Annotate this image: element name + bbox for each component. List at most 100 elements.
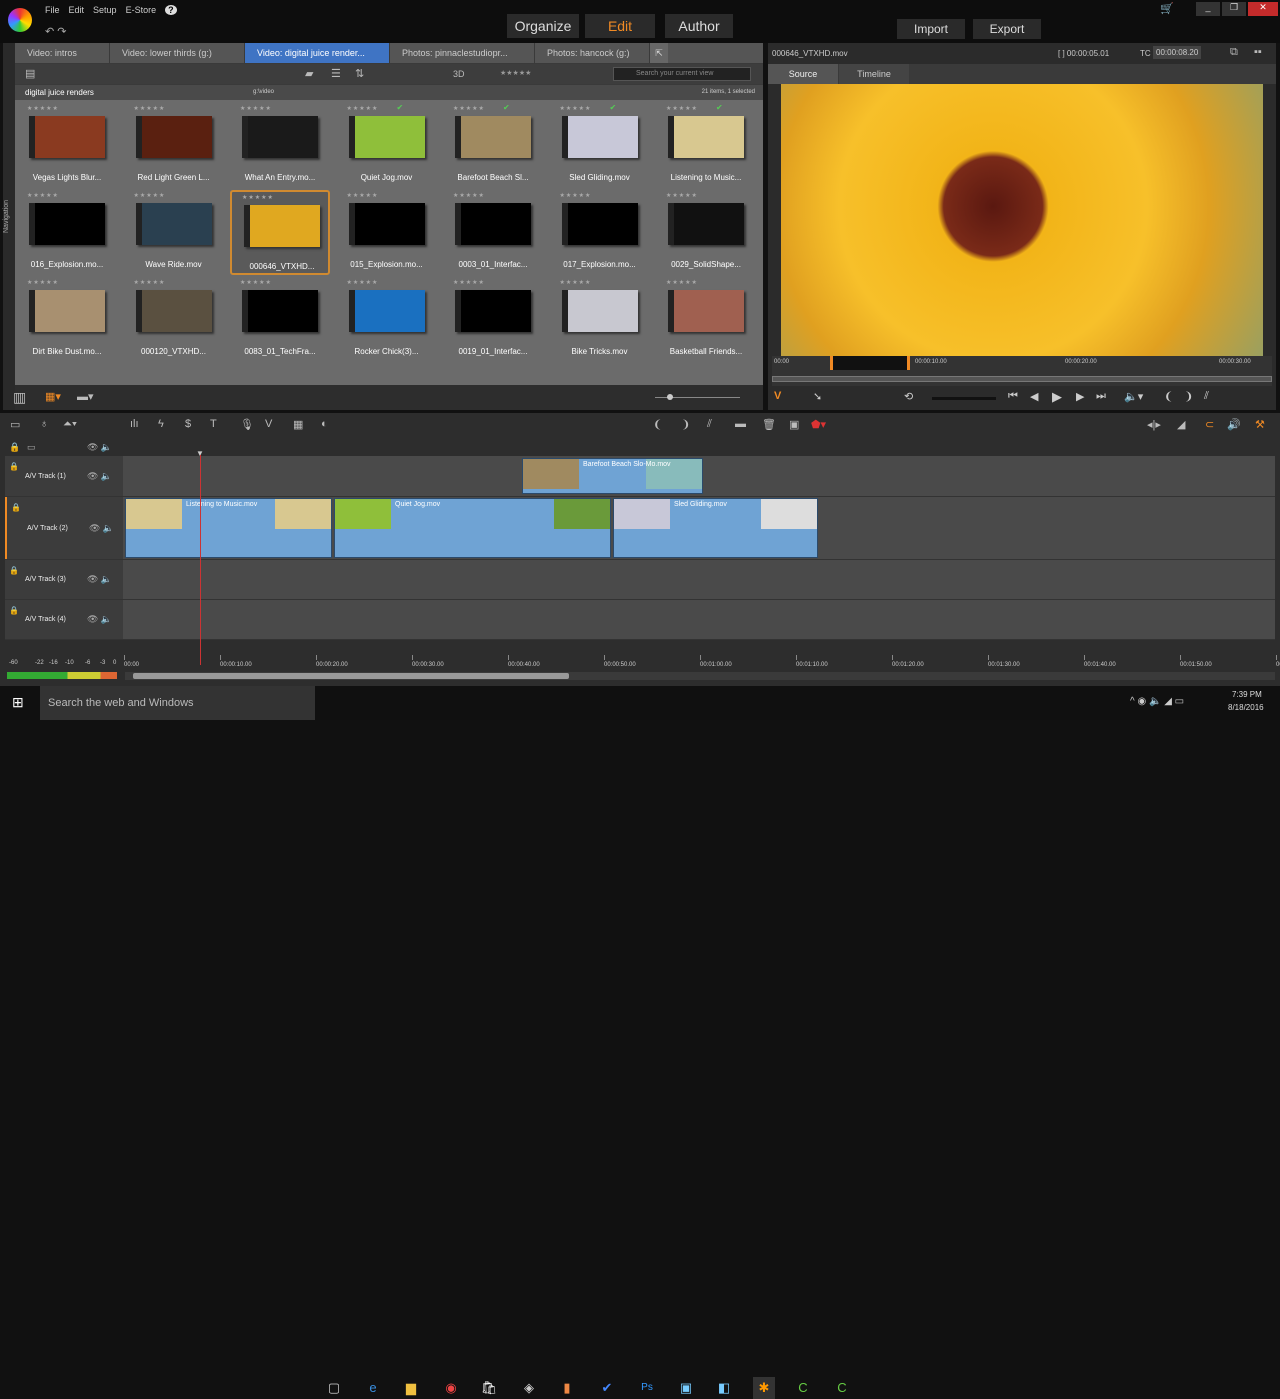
- volume-icon[interactable]: 🔈▾: [1124, 390, 1143, 403]
- minimize-button[interactable]: _: [1196, 2, 1220, 16]
- tray-icons[interactable]: ^ ◉ 🔈 ◢ ▭: [1130, 696, 1184, 707]
- track-visibility-audio-icons[interactable]: 👁 🔈: [89, 523, 114, 534]
- media-item[interactable]: ★★★★★ 015_Explosion.mo...: [337, 190, 437, 275]
- timeline-settings-icon[interactable]: ▭: [10, 418, 20, 431]
- mark-in-icon[interactable]: ❨: [1164, 390, 1173, 403]
- restore-button[interactable]: ❐: [1222, 2, 1246, 16]
- lock-all-icon[interactable]: 🔒: [9, 442, 20, 453]
- media-item[interactable]: ★★★★★ Red Light Green L...: [124, 103, 224, 188]
- file-explorer-icon[interactable]: ▆: [400, 1377, 422, 1399]
- marker-icon[interactable]: ⬟▾: [811, 418, 826, 431]
- transition-icon[interactable]: V: [265, 418, 272, 430]
- app-icon[interactable]: ◈: [518, 1377, 540, 1399]
- playhead-line[interactable]: [200, 455, 201, 665]
- rating-stars[interactable]: ★★★★★: [134, 105, 166, 112]
- timeline-scrollbar[interactable]: [125, 672, 1275, 680]
- rating-stars[interactable]: ★★★★★: [27, 192, 59, 199]
- in-icon[interactable]: ❨: [653, 418, 662, 431]
- rating-stars[interactable]: ★★★★★: [240, 279, 272, 286]
- snapshot-icon[interactable]: ▣: [789, 418, 799, 431]
- undo-icon[interactable]: ↶: [45, 26, 54, 38]
- media-item[interactable]: ★★★★★ 0083_01_TechFra...: [230, 277, 330, 362]
- dual-view-icon[interactable]: ▪▪: [1254, 46, 1262, 58]
- scroll-bar[interactable]: [772, 376, 1272, 382]
- magnet-icon[interactable]: ⊂: [1205, 418, 1214, 431]
- menu-file[interactable]: File: [45, 5, 60, 15]
- speaker-icon[interactable]: 🔊: [1227, 418, 1241, 431]
- rating-stars[interactable]: ★★★★★: [666, 105, 698, 112]
- menu-setup[interactable]: Setup: [93, 5, 117, 15]
- rating-stars[interactable]: ★★★★★: [242, 194, 274, 201]
- timeline-clip[interactable]: Sled Gliding.mov: [613, 498, 818, 558]
- library-tab[interactable]: Photos: hancock (g:): [535, 43, 650, 63]
- cart-icon[interactable]: 🛒: [1160, 2, 1174, 15]
- media-item[interactable]: ★★★★★ Basketball Friends...: [656, 277, 756, 362]
- rating-stars[interactable]: ★★★★★: [453, 105, 485, 112]
- media-item[interactable]: ★★★★★ 000120_VTXHD...: [124, 277, 224, 362]
- rating-stars[interactable]: ★★★★★: [453, 192, 485, 199]
- library-tab[interactable]: Video: intros: [15, 43, 110, 63]
- media-item[interactable]: ★★★★★ ✔ Barefoot Beach Sl...: [443, 103, 543, 188]
- taskbar-search[interactable]: Search the web and Windows: [40, 686, 315, 720]
- media-item[interactable]: ★★★★★ Wave Ride.mov: [124, 190, 224, 275]
- storyboard-icon[interactable]: ▦: [293, 418, 303, 431]
- media-item[interactable]: ★★★★★ 000646_VTXHD...: [230, 190, 330, 275]
- audio-scrub-icon[interactable]: ◂|▸: [1147, 418, 1161, 431]
- track-visibility-audio-icons[interactable]: 👁 🔈: [87, 574, 112, 585]
- list-view-icon[interactable]: ☰: [331, 67, 341, 80]
- media-item[interactable]: ★★★★★ 017_Explosion.mo...: [550, 190, 650, 275]
- tab-timeline[interactable]: Timeline: [839, 64, 909, 84]
- app4-icon[interactable]: ▣: [675, 1377, 697, 1399]
- rating-stars[interactable]: ★★★★★: [134, 192, 166, 199]
- go-to-start-icon[interactable]: ⏮: [1008, 390, 1018, 403]
- effects-icon[interactable]: ◐: [321, 418, 328, 430]
- scrollbar-thumb[interactable]: [133, 673, 569, 679]
- media-item[interactable]: ★★★★★ What An Entry.mo...: [230, 103, 330, 188]
- navigation-strip[interactable]: Navigation: [3, 43, 15, 410]
- rating-stars[interactable]: ★★★★★: [347, 105, 379, 112]
- split-icon[interactable]: ϟ: [158, 418, 164, 430]
- media-item[interactable]: ★★★★★ Dirt Bike Dust.mo...: [17, 277, 117, 362]
- track-options-icon[interactable]: ⏶▾: [63, 418, 77, 431]
- go-to-end-icon[interactable]: ⏭: [1096, 390, 1106, 403]
- lock-icon[interactable]: 🔒: [9, 462, 19, 471]
- pinnacle-studio-icon[interactable]: ✱: [753, 1377, 775, 1399]
- library-add-icon[interactable]: ▤: [25, 67, 35, 80]
- timeline-track[interactable]: 🔒 A/V Track (3) 👁 🔈: [5, 560, 1275, 600]
- menu-estore[interactable]: E-Store: [126, 5, 157, 15]
- sort-icon[interactable]: ⇅: [355, 67, 364, 80]
- timeline-clip[interactable]: Listening to Music.mov: [125, 498, 332, 558]
- rating-stars[interactable]: ★★★★★: [27, 279, 59, 286]
- timeline-track[interactable]: 🔒 A/V Track (4) 👁 🔈: [5, 600, 1275, 640]
- media-item[interactable]: ★★★★★ ✔ Listening to Music...: [656, 103, 756, 188]
- expand-tabs-icon[interactable]: ⇱: [650, 43, 668, 63]
- step-back-icon[interactable]: ◀: [1030, 390, 1038, 403]
- step-forward-icon[interactable]: ▶: [1076, 390, 1084, 403]
- popout-icon[interactable]: ⧉: [1230, 46, 1238, 59]
- rating-stars[interactable]: ★★★★★: [560, 279, 592, 286]
- track-visibility-audio-icons[interactable]: 👁 🔈: [87, 471, 112, 482]
- loop-icon[interactable]: ⟲: [904, 390, 913, 403]
- mode-author[interactable]: Author: [665, 14, 733, 38]
- mode-organize[interactable]: Organize: [507, 14, 579, 38]
- lock-icon[interactable]: 🔒: [9, 606, 19, 615]
- media-item[interactable]: ★★★★★ 016_Explosion.mo...: [17, 190, 117, 275]
- media-item[interactable]: ★★★★★ 0029_SolidShape...: [656, 190, 756, 275]
- out-icon[interactable]: ❩: [681, 418, 690, 431]
- rating-stars[interactable]: ★★★★★: [27, 105, 59, 112]
- library-tab[interactable]: Photos: pinnaclestudiopr...: [390, 43, 535, 63]
- track-header[interactable]: 🔒 A/V Track (2) 👁 🔈: [5, 497, 123, 559]
- trim-icon[interactable]: $: [185, 418, 191, 430]
- media-item[interactable]: ★★★★★ Bike Tricks.mov: [550, 277, 650, 362]
- grid-view-icon[interactable]: ▦▾: [45, 390, 61, 403]
- clear-marks-icon[interactable]: ⫽: [1204, 390, 1209, 403]
- track-visibility-audio-icons[interactable]: 👁 🔈: [87, 614, 112, 625]
- detail-view-icon[interactable]: ▬▾: [77, 390, 94, 403]
- clip-icon[interactable]: ▬: [735, 418, 746, 430]
- title-tool-icon[interactable]: T: [210, 418, 217, 430]
- razor-icon[interactable]: ılı: [130, 418, 139, 430]
- camtasia2-icon[interactable]: C: [831, 1377, 853, 1399]
- lock-icon[interactable]: 🔒: [9, 566, 19, 575]
- media-item[interactable]: ★★★★★ 0019_01_Interfac...: [443, 277, 543, 362]
- library-tab[interactable]: Video: digital juice render...: [245, 43, 390, 63]
